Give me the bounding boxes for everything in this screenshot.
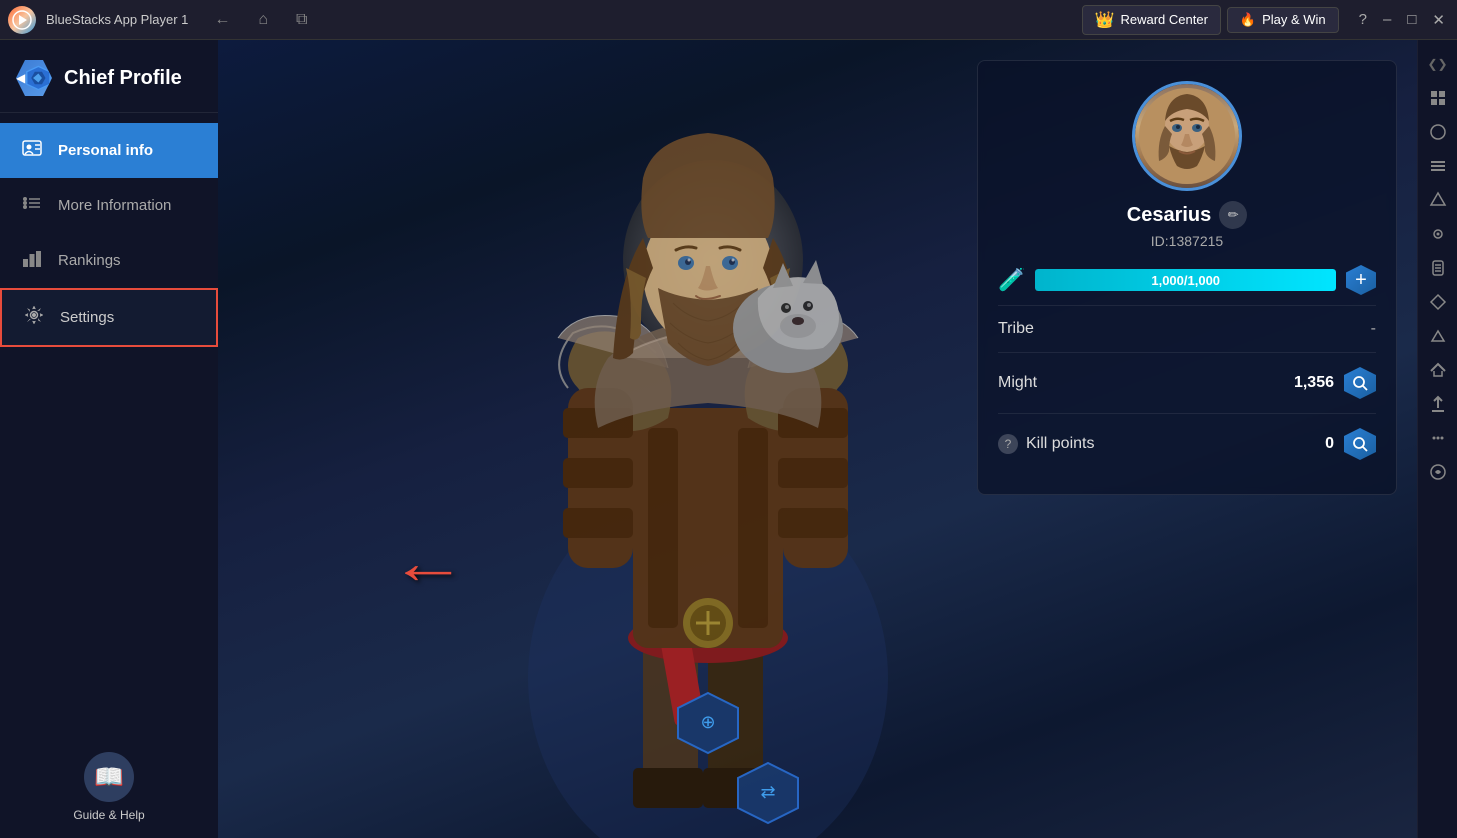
kill-points-search-button[interactable] xyxy=(1344,428,1376,460)
home-button[interactable]: ⌂ xyxy=(252,9,274,31)
tribe-label: Tribe xyxy=(998,320,1034,338)
right-sidebar-icon-1[interactable] xyxy=(1420,82,1456,114)
kill-points-value: 0 xyxy=(1325,435,1334,453)
profile-id: ID:1387215 xyxy=(1151,233,1223,249)
sidebar-item-settings[interactable]: Settings xyxy=(0,288,218,347)
app-logo xyxy=(8,6,36,34)
play-win-label: Play & Win xyxy=(1262,12,1326,27)
main-area: Chief Profile Personal info xyxy=(0,40,1457,838)
sidebar-item-rankings[interactable]: Rankings xyxy=(0,233,218,288)
sidebar-logo xyxy=(16,60,52,96)
right-sidebar-icon-6[interactable] xyxy=(1420,252,1456,284)
fire-icon: 🔥 xyxy=(1240,12,1256,28)
layers-button[interactable]: ⧉ xyxy=(290,9,313,31)
sidebar-item-personal-info[interactable]: Personal info xyxy=(0,123,218,178)
right-sidebar-icon-2[interactable] xyxy=(1420,116,1456,148)
maximize-icon[interactable]: □ xyxy=(1403,9,1420,30)
app-title: BlueStacks App Player 1 xyxy=(46,12,188,27)
game-content: ⊕ ⇄ ← xyxy=(218,40,1417,838)
profile-name: Cesarius xyxy=(1127,204,1212,227)
guide-icon: 📖 xyxy=(84,752,134,802)
character-figure: ⊕ ⇄ xyxy=(458,40,958,838)
right-sidebar-expand-icon[interactable]: ❮❯ xyxy=(1420,48,1456,80)
back-button[interactable]: ← xyxy=(208,9,236,31)
sidebar-header: Chief Profile xyxy=(0,40,218,113)
tribe-value: - xyxy=(1371,320,1376,338)
right-sidebar: ❮❯ xyxy=(1417,40,1457,838)
titlebar-left: BlueStacks App Player 1 ← ⌂ ⧉ xyxy=(8,6,313,34)
stamina-icon: 🧪 xyxy=(998,267,1025,293)
stamina-row: 🧪 1,000/1,000 + xyxy=(998,265,1376,295)
red-arrow-indicator: ← xyxy=(389,528,467,597)
reward-center-button[interactable]: 👑 Reward Center xyxy=(1082,5,1221,35)
sidebar-title: Chief Profile xyxy=(64,67,182,90)
close-icon[interactable]: ✕ xyxy=(1428,9,1449,31)
settings-label: Settings xyxy=(60,309,114,326)
titlebar-center-right: 👑 Reward Center 🔥 Play & Win ? – □ ✕ xyxy=(1082,5,1449,35)
right-sidebar-icon-11[interactable] xyxy=(1420,422,1456,454)
kill-points-label: ? Kill points xyxy=(998,434,1094,454)
edit-name-button[interactable]: ✏ xyxy=(1219,201,1247,229)
profile-name-row: Cesarius ✏ xyxy=(1127,201,1248,229)
stamina-plus-button[interactable]: + xyxy=(1346,265,1376,295)
profile-avatar-area: Cesarius ✏ ID:1387215 xyxy=(998,81,1376,249)
profile-panel: Cesarius ✏ ID:1387215 🧪 1,000/1,000 + Tr… xyxy=(977,60,1397,495)
rankings-icon xyxy=(20,247,44,274)
svg-text:⇄: ⇄ xyxy=(760,782,775,802)
might-search-button[interactable] xyxy=(1344,367,1376,399)
avatar-inner xyxy=(1135,84,1239,188)
play-win-button[interactable]: 🔥 Play & Win xyxy=(1227,7,1339,33)
stamina-text: 1,000/1,000 xyxy=(1035,269,1336,291)
stamina-bar: 1,000/1,000 xyxy=(1035,269,1336,291)
titlebar: BlueStacks App Player 1 ← ⌂ ⧉ 👑 Reward C… xyxy=(0,0,1457,40)
kill-points-row: ? Kill points 0 xyxy=(998,413,1376,474)
personal-info-label: Personal info xyxy=(58,142,153,159)
titlebar-icons: ? – □ ✕ xyxy=(1355,9,1449,31)
kill-points-help-icon[interactable]: ? xyxy=(998,434,1018,454)
character-area: ⊕ ⇄ xyxy=(218,40,997,838)
guide-help-label: Guide & Help xyxy=(73,808,144,822)
might-row: Might 1,356 xyxy=(998,352,1376,413)
right-sidebar-icon-4[interactable] xyxy=(1420,184,1456,216)
guide-help-button[interactable]: 📖 Guide & Help xyxy=(73,752,144,822)
right-sidebar-icon-3[interactable] xyxy=(1420,150,1456,182)
titlebar-nav: ← ⌂ ⧉ xyxy=(208,9,313,31)
rankings-label: Rankings xyxy=(58,252,121,269)
sidebar-menu: Personal info More Information xyxy=(0,113,218,736)
right-sidebar-icon-12[interactable] xyxy=(1420,456,1456,488)
right-sidebar-icon-8[interactable] xyxy=(1420,320,1456,352)
svg-text:⊕: ⊕ xyxy=(700,712,715,732)
right-sidebar-icon-10[interactable] xyxy=(1420,388,1456,420)
right-sidebar-icon-9[interactable] xyxy=(1420,354,1456,386)
avatar xyxy=(1132,81,1242,191)
might-label: Might xyxy=(998,374,1037,392)
might-value: 1,356 xyxy=(1294,374,1334,392)
right-sidebar-icon-7[interactable] xyxy=(1420,286,1456,318)
more-info-icon xyxy=(20,192,44,219)
personal-info-icon xyxy=(20,137,44,164)
sidebar-item-more-information[interactable]: More Information xyxy=(0,178,218,233)
crown-icon: 👑 xyxy=(1095,10,1115,30)
reward-center-label: Reward Center xyxy=(1120,12,1207,27)
help-icon[interactable]: ? xyxy=(1355,9,1371,30)
right-sidebar-icon-5[interactable] xyxy=(1420,218,1456,250)
tribe-row: Tribe - xyxy=(998,305,1376,352)
more-info-label: More Information xyxy=(58,197,171,214)
minimize-icon[interactable]: – xyxy=(1379,9,1395,30)
sidebar: Chief Profile Personal info xyxy=(0,40,218,838)
settings-icon xyxy=(22,304,46,331)
sidebar-footer: 📖 Guide & Help xyxy=(0,736,218,838)
